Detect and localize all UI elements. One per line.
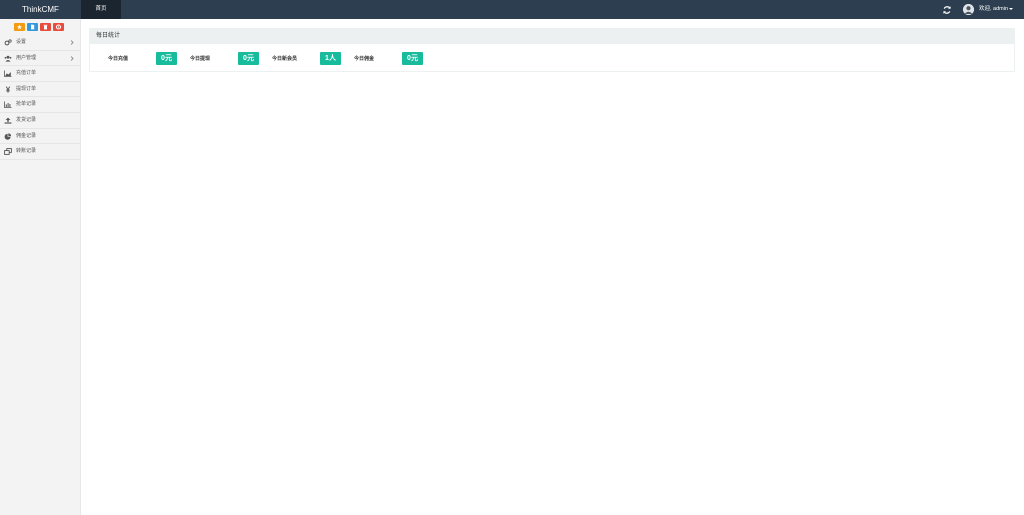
sidebar-item-label: 充值订单 bbox=[16, 70, 37, 77]
gear-shortcut-button[interactable] bbox=[53, 23, 64, 31]
sidebar-item-label: 用户管理 bbox=[16, 54, 37, 61]
clone-icon bbox=[4, 148, 12, 156]
file-icon bbox=[31, 24, 35, 30]
stat-label-new-members: 今日新会员 bbox=[272, 56, 298, 62]
file-shortcut-button[interactable] bbox=[27, 23, 38, 31]
sidebar-item-grab-records[interactable]: 抢单记录 bbox=[0, 97, 80, 113]
user-menu[interactable]: 欢迎, admin bbox=[979, 0, 1014, 19]
chevron-down-icon bbox=[1009, 7, 1014, 10]
brand-logo[interactable]: ThinkCMF bbox=[0, 0, 81, 19]
star-icon bbox=[17, 24, 22, 30]
gear-icon bbox=[55, 24, 62, 30]
cogs-icon bbox=[4, 39, 12, 46]
tab-home[interactable]: 首页 bbox=[81, 0, 121, 19]
sidebar-item-label: 转账记录 bbox=[16, 148, 37, 155]
stat-value-withdraw: 0元 bbox=[238, 52, 259, 65]
sidebar-menu: 设置 用户管理 充值订单 提现订单 抢单记录 发货记录 佣金记录 转账记录 bbox=[0, 35, 80, 160]
area-chart-icon bbox=[4, 70, 12, 78]
sidebar-item-recharge-orders[interactable]: 充值订单 bbox=[0, 66, 80, 82]
trash-icon bbox=[43, 24, 48, 30]
sidebar-item-settings[interactable]: 设置 bbox=[0, 35, 80, 51]
stat-value-recharge: 0元 bbox=[156, 52, 177, 65]
chevron-right-icon bbox=[70, 55, 74, 61]
star-shortcut-button[interactable] bbox=[14, 23, 25, 31]
sidebar-item-transfer-records[interactable]: 转账记录 bbox=[0, 144, 80, 160]
chevron-right-icon bbox=[70, 40, 74, 45]
upload-icon bbox=[4, 117, 12, 124]
sidebar-item-label: 抢单记录 bbox=[16, 101, 37, 108]
sidebar-item-label: 提现订单 bbox=[16, 85, 37, 92]
yen-icon bbox=[5, 86, 11, 93]
top-navbar: ThinkCMF 首页 欢迎, admin bbox=[0, 0, 1024, 19]
sidebar-item-label: 佣金记录 bbox=[16, 132, 37, 139]
sidebar-item-label: 设置 bbox=[16, 39, 27, 45]
pie-chart-icon bbox=[4, 132, 12, 140]
stat-label-withdraw: 今日提现 bbox=[190, 56, 211, 62]
stat-value-new-members: 1人 bbox=[320, 52, 341, 65]
users-icon bbox=[4, 55, 12, 62]
stat-label-commission: 今日佣金 bbox=[354, 56, 375, 62]
stat-value-commission: 0元 bbox=[402, 52, 423, 65]
daily-stats-panel: 每日统计 今日充值 0元 今日提现 0元 今日新会员 1人 今日佣金 0元 bbox=[89, 28, 1015, 72]
trash-shortcut-button[interactable] bbox=[40, 23, 51, 31]
sidebar-item-label: 发货记录 bbox=[16, 116, 37, 123]
refresh-icon[interactable] bbox=[942, 5, 952, 15]
sidebar: 设置 用户管理 充值订单 提现订单 抢单记录 发货记录 佣金记录 转账记录 bbox=[0, 19, 81, 515]
bar-chart-icon bbox=[4, 101, 12, 109]
user-avatar-icon[interactable] bbox=[963, 4, 974, 15]
sidebar-item-shipping-records[interactable]: 发货记录 bbox=[0, 113, 80, 129]
user-greeting: 欢迎, admin bbox=[979, 6, 1009, 12]
panel-title: 每日统计 bbox=[90, 29, 1014, 44]
sidebar-item-commission-records[interactable]: 佣金记录 bbox=[0, 129, 80, 145]
sidebar-item-users[interactable]: 用户管理 bbox=[0, 51, 80, 67]
stat-label-recharge: 今日充值 bbox=[108, 56, 129, 62]
sidebar-item-withdraw-orders[interactable]: 提现订单 bbox=[0, 82, 80, 98]
